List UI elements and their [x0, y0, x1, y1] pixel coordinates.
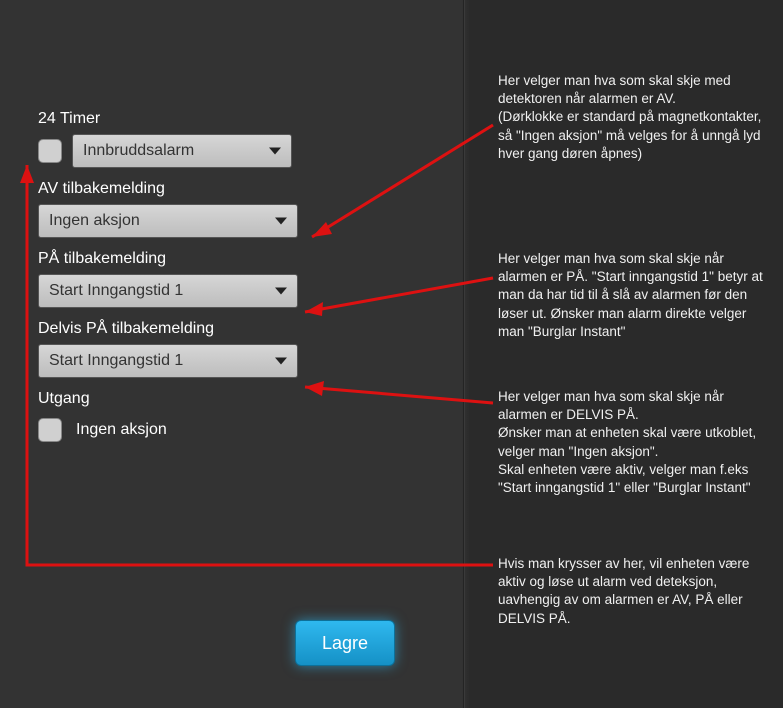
annotation-pa: Her velger man hva som skal skje når ala…	[498, 250, 768, 341]
label-24timer: 24 Timer	[38, 110, 338, 128]
utgang-row: Ingen aksjon	[38, 418, 338, 442]
utgang-text: Ingen aksjon	[76, 421, 167, 439]
select-pa[interactable]: Start Inngangstid 1	[38, 274, 298, 308]
label-pa: PÅ tilbakemelding	[38, 250, 338, 268]
select-pa-value: Start Inngangstid 1	[49, 282, 183, 300]
annotation-delvis: Her velger man hva som skal skje når ala…	[498, 388, 768, 497]
form-panel: 24 Timer Innbruddsalarm AV tilbakemeldin…	[38, 110, 338, 442]
label-delvis: Delvis PÅ tilbakemelding	[38, 320, 338, 338]
row-24timer: Innbruddsalarm	[38, 134, 338, 168]
annotation-24timer: Hvis man krysser av her, vil enheten vær…	[498, 555, 768, 628]
checkbox-24timer[interactable]	[38, 139, 62, 163]
vertical-divider	[463, 0, 465, 708]
annotation-av: Her velger man hva som skal skje med det…	[498, 72, 768, 163]
save-button-label: Lagre	[322, 633, 368, 654]
select-24timer[interactable]: Innbruddsalarm	[72, 134, 292, 168]
chevron-down-icon	[269, 148, 281, 155]
save-button[interactable]: Lagre	[295, 620, 395, 666]
chevron-down-icon	[275, 218, 287, 225]
select-delvis[interactable]: Start Inngangstid 1	[38, 344, 298, 378]
label-av: AV tilbakemelding	[38, 180, 338, 198]
chevron-down-icon	[275, 288, 287, 295]
select-24timer-value: Innbruddsalarm	[83, 142, 194, 160]
chevron-down-icon	[275, 358, 287, 365]
select-av-value: Ingen aksjon	[49, 212, 140, 230]
select-delvis-value: Start Inngangstid 1	[49, 352, 183, 370]
label-utgang: Utgang	[38, 390, 338, 408]
select-av[interactable]: Ingen aksjon	[38, 204, 298, 238]
checkbox-utgang[interactable]	[38, 418, 62, 442]
